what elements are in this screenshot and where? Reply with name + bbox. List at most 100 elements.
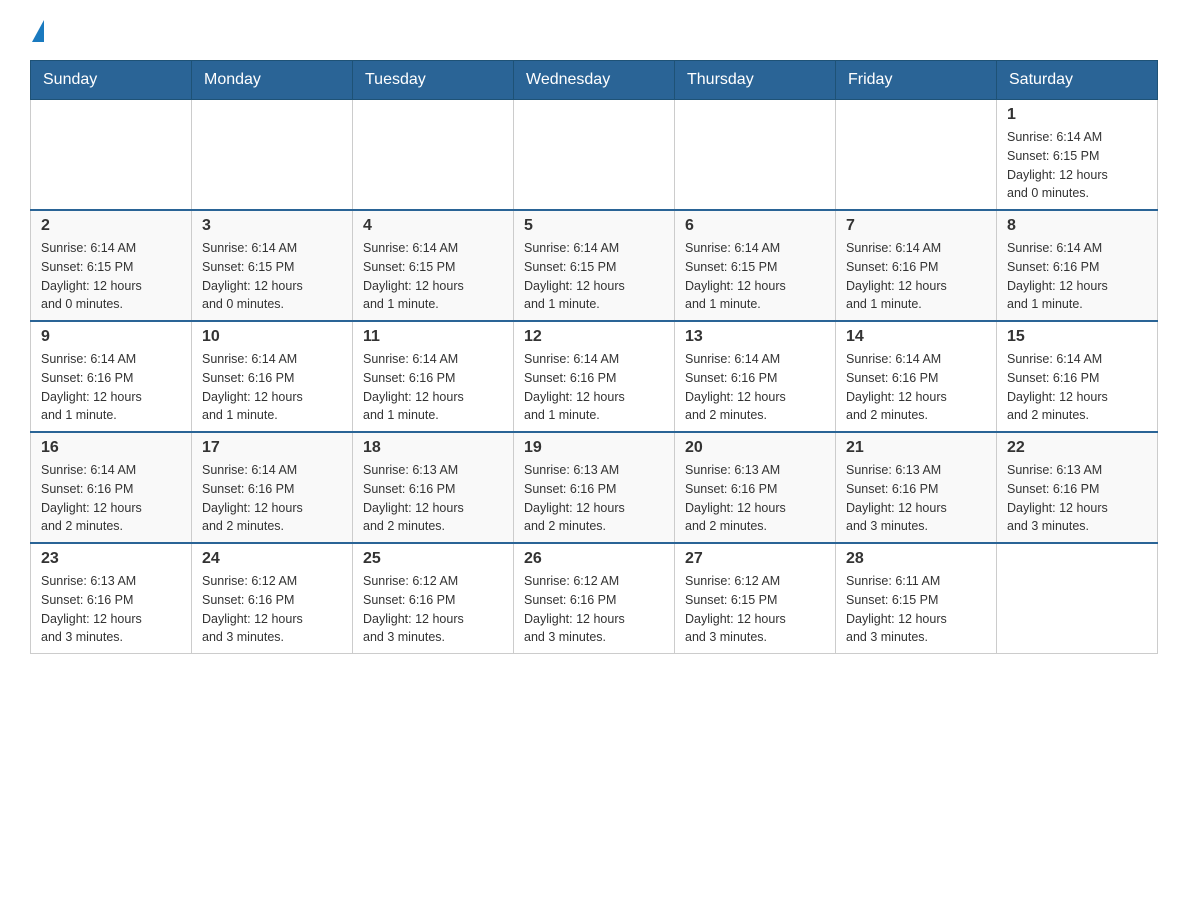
- day-info: Sunrise: 6:14 AM Sunset: 6:15 PM Dayligh…: [41, 239, 181, 314]
- day-info: Sunrise: 6:11 AM Sunset: 6:15 PM Dayligh…: [846, 572, 986, 647]
- day-number: 11: [363, 328, 503, 346]
- calendar-header-row: SundayMondayTuesdayWednesdayThursdayFrid…: [31, 61, 1158, 100]
- calendar-cell: 21 Sunrise: 6:13 AM Sunset: 6:16 PM Dayli…: [836, 432, 997, 543]
- day-number: 15: [1007, 328, 1147, 346]
- day-info: Sunrise: 6:14 AM Sunset: 6:15 PM Dayligh…: [524, 239, 664, 314]
- calendar-week-row: 16 Sunrise: 6:14 AM Sunset: 6:16 PM Dayli…: [31, 432, 1158, 543]
- day-number: 6: [685, 217, 825, 235]
- calendar-cell: 16 Sunrise: 6:14 AM Sunset: 6:16 PM Dayli…: [31, 432, 192, 543]
- day-info: Sunrise: 6:14 AM Sunset: 6:16 PM Dayligh…: [41, 350, 181, 425]
- day-info: Sunrise: 6:14 AM Sunset: 6:16 PM Dayligh…: [202, 350, 342, 425]
- day-number: 22: [1007, 439, 1147, 457]
- calendar-cell: [31, 100, 192, 211]
- day-of-week-header: Monday: [192, 61, 353, 100]
- day-number: 24: [202, 550, 342, 568]
- day-info: Sunrise: 6:14 AM Sunset: 6:16 PM Dayligh…: [846, 239, 986, 314]
- day-number: 10: [202, 328, 342, 346]
- day-number: 3: [202, 217, 342, 235]
- calendar-cell: 8 Sunrise: 6:14 AM Sunset: 6:16 PM Daylig…: [997, 210, 1158, 321]
- day-info: Sunrise: 6:12 AM Sunset: 6:16 PM Dayligh…: [363, 572, 503, 647]
- calendar-week-row: 1 Sunrise: 6:14 AM Sunset: 6:15 PM Daylig…: [31, 100, 1158, 211]
- day-info: Sunrise: 6:14 AM Sunset: 6:15 PM Dayligh…: [1007, 128, 1147, 203]
- calendar-cell: 15 Sunrise: 6:14 AM Sunset: 6:16 PM Dayli…: [997, 321, 1158, 432]
- calendar-cell: 10 Sunrise: 6:14 AM Sunset: 6:16 PM Dayli…: [192, 321, 353, 432]
- calendar-cell: [836, 100, 997, 211]
- day-number: 17: [202, 439, 342, 457]
- calendar-cell: 28Sunrise: 6:11 AM Sunset: 6:15 PM Dayli…: [836, 543, 997, 654]
- day-number: 8: [1007, 217, 1147, 235]
- calendar-cell: 27 Sunrise: 6:12 AM Sunset: 6:15 PM Dayli…: [675, 543, 836, 654]
- day-info: Sunrise: 6:14 AM Sunset: 6:16 PM Dayligh…: [41, 461, 181, 536]
- calendar-cell: 5 Sunrise: 6:14 AM Sunset: 6:15 PM Daylig…: [514, 210, 675, 321]
- day-number: 12: [524, 328, 664, 346]
- day-info: Sunrise: 6:12 AM Sunset: 6:16 PM Dayligh…: [202, 572, 342, 647]
- day-number: 20: [685, 439, 825, 457]
- calendar-cell: [192, 100, 353, 211]
- calendar-week-row: 23 Sunrise: 6:13 AM Sunset: 6:16 PM Dayli…: [31, 543, 1158, 654]
- day-info: Sunrise: 6:14 AM Sunset: 6:16 PM Dayligh…: [524, 350, 664, 425]
- day-of-week-header: Tuesday: [353, 61, 514, 100]
- calendar-cell: 23 Sunrise: 6:13 AM Sunset: 6:16 PM Dayli…: [31, 543, 192, 654]
- day-info: Sunrise: 6:13 AM Sunset: 6:16 PM Dayligh…: [524, 461, 664, 536]
- day-number: 27: [685, 550, 825, 568]
- calendar-cell: 14 Sunrise: 6:14 AM Sunset: 6:16 PM Dayli…: [836, 321, 997, 432]
- day-of-week-header: Thursday: [675, 61, 836, 100]
- calendar-cell: 11 Sunrise: 6:14 AM Sunset: 6:16 PM Dayli…: [353, 321, 514, 432]
- day-number: 2: [41, 217, 181, 235]
- day-number: 18: [363, 439, 503, 457]
- calendar-cell: 9 Sunrise: 6:14 AM Sunset: 6:16 PM Daylig…: [31, 321, 192, 432]
- calendar-cell: 19 Sunrise: 6:13 AM Sunset: 6:16 PM Dayli…: [514, 432, 675, 543]
- day-info: Sunrise: 6:14 AM Sunset: 6:16 PM Dayligh…: [846, 350, 986, 425]
- day-number: 7: [846, 217, 986, 235]
- calendar-cell: 25 Sunrise: 6:12 AM Sunset: 6:16 PM Dayli…: [353, 543, 514, 654]
- calendar-cell: 13 Sunrise: 6:14 AM Sunset: 6:16 PM Dayli…: [675, 321, 836, 432]
- day-number: 13: [685, 328, 825, 346]
- day-info: Sunrise: 6:13 AM Sunset: 6:16 PM Dayligh…: [363, 461, 503, 536]
- calendar-week-row: 9 Sunrise: 6:14 AM Sunset: 6:16 PM Daylig…: [31, 321, 1158, 432]
- logo-triangle-icon: [32, 20, 44, 42]
- calendar-cell: [353, 100, 514, 211]
- day-number: 25: [363, 550, 503, 568]
- day-number: 23: [41, 550, 181, 568]
- day-of-week-header: Wednesday: [514, 61, 675, 100]
- day-number: 1: [1007, 106, 1147, 124]
- day-number: 19: [524, 439, 664, 457]
- day-info: Sunrise: 6:13 AM Sunset: 6:16 PM Dayligh…: [846, 461, 986, 536]
- calendar-cell: 6 Sunrise: 6:14 AM Sunset: 6:15 PM Daylig…: [675, 210, 836, 321]
- calendar-cell: 2 Sunrise: 6:14 AM Sunset: 6:15 PM Daylig…: [31, 210, 192, 321]
- calendar-cell: [514, 100, 675, 211]
- calendar-cell: 7 Sunrise: 6:14 AM Sunset: 6:16 PM Daylig…: [836, 210, 997, 321]
- day-number: 21: [846, 439, 986, 457]
- calendar-cell: 26 Sunrise: 6:12 AM Sunset: 6:16 PM Dayli…: [514, 543, 675, 654]
- calendar-cell: [997, 543, 1158, 654]
- day-info: Sunrise: 6:12 AM Sunset: 6:16 PM Dayligh…: [524, 572, 664, 647]
- day-number: 16: [41, 439, 181, 457]
- day-info: Sunrise: 6:14 AM Sunset: 6:15 PM Dayligh…: [202, 239, 342, 314]
- day-info: Sunrise: 6:14 AM Sunset: 6:15 PM Dayligh…: [363, 239, 503, 314]
- day-info: Sunrise: 6:14 AM Sunset: 6:16 PM Dayligh…: [1007, 350, 1147, 425]
- day-number: 5: [524, 217, 664, 235]
- day-info: Sunrise: 6:12 AM Sunset: 6:15 PM Dayligh…: [685, 572, 825, 647]
- calendar-cell: 17 Sunrise: 6:14 AM Sunset: 6:16 PM Dayli…: [192, 432, 353, 543]
- day-info: Sunrise: 6:14 AM Sunset: 6:16 PM Dayligh…: [363, 350, 503, 425]
- calendar-cell: [675, 100, 836, 211]
- page-header: [30, 20, 1158, 40]
- day-number: 9: [41, 328, 181, 346]
- calendar-cell: 12 Sunrise: 6:14 AM Sunset: 6:16 PM Dayli…: [514, 321, 675, 432]
- day-number: 4: [363, 217, 503, 235]
- calendar-cell: 1 Sunrise: 6:14 AM Sunset: 6:15 PM Daylig…: [997, 100, 1158, 211]
- day-info: Sunrise: 6:14 AM Sunset: 6:16 PM Dayligh…: [685, 350, 825, 425]
- day-info: Sunrise: 6:13 AM Sunset: 6:16 PM Dayligh…: [41, 572, 181, 647]
- logo: [30, 20, 44, 40]
- day-info: Sunrise: 6:14 AM Sunset: 6:16 PM Dayligh…: [202, 461, 342, 536]
- day-info: Sunrise: 6:14 AM Sunset: 6:15 PM Dayligh…: [685, 239, 825, 314]
- calendar-cell: 24 Sunrise: 6:12 AM Sunset: 6:16 PM Dayli…: [192, 543, 353, 654]
- calendar-cell: 18 Sunrise: 6:13 AM Sunset: 6:16 PM Dayli…: [353, 432, 514, 543]
- day-of-week-header: Sunday: [31, 61, 192, 100]
- day-number: 26: [524, 550, 664, 568]
- calendar-week-row: 2 Sunrise: 6:14 AM Sunset: 6:15 PM Daylig…: [31, 210, 1158, 321]
- day-number: 14: [846, 328, 986, 346]
- calendar-cell: 4 Sunrise: 6:14 AM Sunset: 6:15 PM Daylig…: [353, 210, 514, 321]
- day-info: Sunrise: 6:14 AM Sunset: 6:16 PM Dayligh…: [1007, 239, 1147, 314]
- day-of-week-header: Friday: [836, 61, 997, 100]
